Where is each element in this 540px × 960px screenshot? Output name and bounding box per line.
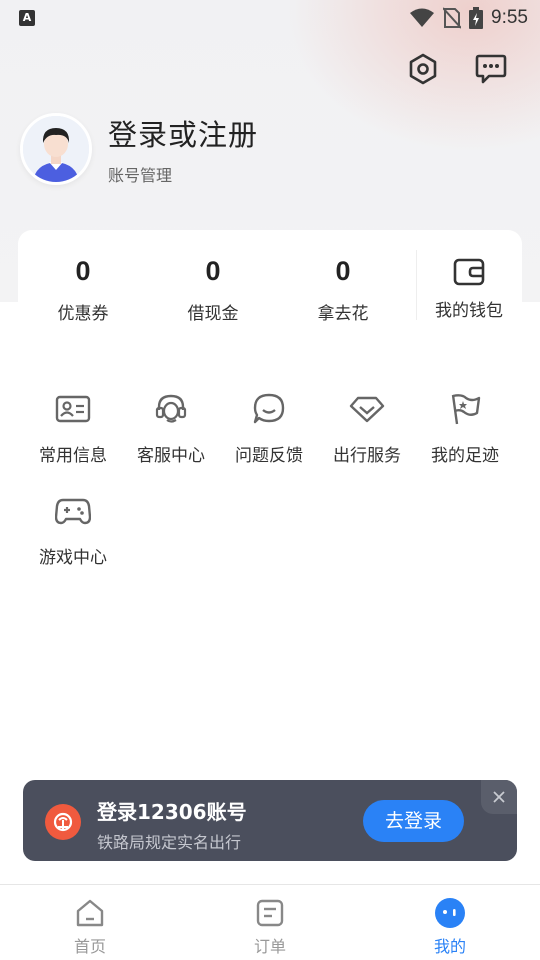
bottom-tab-bar: 首页 订单 我的 (0, 884, 540, 960)
tab-orders[interactable]: 订单 (180, 885, 360, 960)
my-wallet-button[interactable]: 我的钱包 (420, 230, 518, 330)
stat-label: 优惠券 (57, 304, 109, 324)
service-feedback[interactable]: 问题反馈 (220, 388, 318, 490)
flag-icon (451, 394, 481, 425)
service-label: 出行服务 (333, 446, 401, 466)
feedback-icon (253, 393, 285, 424)
default-avatar-icon (23, 116, 89, 182)
chat-icon (475, 54, 507, 84)
tab-label: 首页 (73, 937, 106, 956)
banner-close-button[interactable] (481, 780, 517, 814)
order-icon (256, 899, 284, 927)
status-bar: A 9:55 (0, 0, 540, 36)
wallet-icon (453, 258, 485, 286)
profile-section[interactable]: 登录或注册 账号管理 (20, 112, 258, 186)
stat-value: 0 (335, 256, 351, 286)
close-icon (493, 791, 505, 803)
stat-value: 0 (75, 256, 91, 286)
tab-home[interactable]: 首页 (0, 885, 180, 960)
stat-naquhua[interactable]: 0 拿去花 (278, 230, 408, 330)
tab-label: 订单 (253, 937, 286, 956)
banner-subtitle: 铁路局规定实名出行 (97, 833, 242, 852)
headset-icon (155, 394, 187, 423)
messages-button[interactable] (474, 50, 508, 88)
go-login-button[interactable]: 去登录 (363, 800, 464, 842)
stat-coupons[interactable]: 0 优惠券 (18, 230, 148, 330)
id-card-icon (55, 395, 91, 423)
service-common-info[interactable]: 常用信息 (24, 388, 122, 490)
service-footprints[interactable]: 我的足迹 (416, 388, 514, 490)
wallet-label: 我的钱包 (435, 301, 503, 321)
account-management-label: 账号管理 (108, 166, 173, 185)
stat-label: 拿去花 (317, 304, 369, 324)
railway-logo (45, 804, 81, 840)
diamond-icon (349, 396, 385, 423)
stat-label: 借现金 (187, 304, 239, 324)
no-sim-icon (443, 7, 462, 29)
profile-icon (435, 898, 465, 928)
login-register-title[interactable]: 登录或注册 (108, 112, 258, 154)
divider (416, 250, 417, 320)
home-icon (76, 899, 104, 927)
gear-icon (409, 53, 437, 85)
login-banner: 登录12306账号 铁路局规定实名出行 去登录 (23, 780, 517, 861)
service-travel[interactable]: 出行服务 (318, 388, 416, 490)
tab-mine[interactable]: 我的 (360, 885, 540, 960)
battery-charging-icon (469, 7, 484, 29)
service-label: 问题反馈 (235, 446, 303, 466)
banner-title: 登录12306账号 (97, 800, 247, 824)
settings-button[interactable] (406, 50, 440, 88)
gamepad-icon (55, 498, 91, 525)
service-label: 我的足迹 (431, 446, 499, 466)
service-label: 常用信息 (39, 446, 107, 466)
stat-borrow-cash[interactable]: 0 借现金 (148, 230, 278, 330)
status-time: 9:55 (491, 7, 528, 28)
stat-value: 0 (205, 256, 221, 286)
service-label: 游戏中心 (39, 548, 107, 568)
wifi-icon (410, 8, 435, 27)
railway-logo-icon (53, 812, 73, 832)
wallet-card: 0 优惠券 0 借现金 0 拿去花 我的钱包 (18, 230, 522, 330)
service-game-center[interactable]: 游戏中心 (24, 490, 122, 592)
tab-label: 我的 (433, 937, 466, 956)
services-grid: 常用信息 客服中心 问题反馈 出行服务 我的足迹 游戏中心 (24, 388, 516, 592)
app-notification-icon: A (19, 10, 35, 26)
avatar[interactable] (20, 113, 92, 185)
service-label: 客服中心 (137, 446, 205, 466)
service-customer-service[interactable]: 客服中心 (122, 388, 220, 490)
